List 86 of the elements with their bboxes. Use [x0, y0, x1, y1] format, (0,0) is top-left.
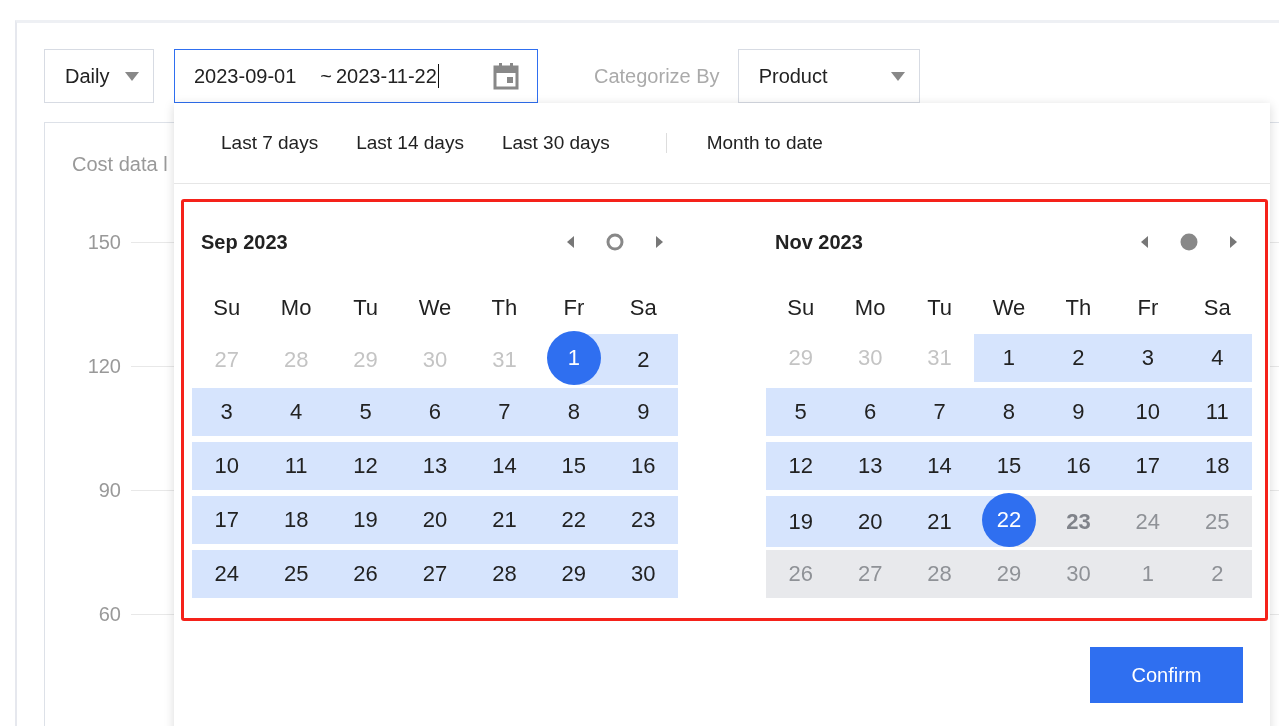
weekday-label: Fr [1136, 295, 1160, 321]
shortcut-link[interactable]: Month to date [706, 132, 823, 154]
calendar-icon [493, 62, 519, 90]
day-cell[interactable]: 4 [261, 388, 331, 436]
day-cell[interactable]: 5 [766, 388, 836, 436]
day-cell[interactable]: 19 [766, 496, 836, 547]
day-cell[interactable]: 7 [469, 388, 540, 436]
weekday-label: Mo [279, 295, 313, 321]
weekday-label: Th [490, 295, 519, 321]
confirm-button[interactable]: Confirm [1090, 647, 1243, 703]
weekday-label: Sa [628, 295, 658, 321]
weekday-label: Fr [562, 295, 586, 321]
day-cell[interactable]: 15 [974, 442, 1044, 490]
day-cell[interactable]: 13 [400, 442, 470, 490]
day-cell[interactable]: 20 [400, 496, 470, 544]
day-cell[interactable]: 29 [539, 550, 609, 598]
day-cell[interactable]: 5 [330, 388, 401, 436]
weekday-label: We [991, 295, 1027, 321]
day-cell[interactable]: 22 [539, 496, 609, 544]
weekday-label: Sa [1202, 295, 1232, 321]
axis-label: 90 [97, 479, 121, 502]
day-cell[interactable]: 16 [608, 442, 678, 490]
axis-label: 150 [86, 231, 121, 254]
weekday-label: Tu [352, 295, 379, 321]
day-cell[interactable]: 19 [330, 496, 401, 544]
day-cell[interactable]: 18 [261, 496, 331, 544]
shortcut-link[interactable]: Last 7 days [221, 132, 319, 154]
day-cell[interactable]: 18 [1182, 442, 1252, 490]
day-cell[interactable]: 16 [1043, 442, 1114, 490]
day-cell[interactable]: 2 [1043, 334, 1114, 382]
day-cell[interactable]: 8 [974, 388, 1044, 436]
day-cell[interactable]: 3 [1113, 334, 1183, 382]
day-cell[interactable]: 21 [904, 496, 975, 547]
day-cell[interactable]: 9 [608, 388, 678, 436]
weekday-label: Su [212, 295, 242, 321]
caret-icon [125, 71, 139, 81]
month-title: Sep 2023 [201, 230, 288, 254]
day-cell[interactable]: 4 [1182, 334, 1252, 382]
day-cell[interactable]: 25 [261, 550, 331, 598]
categorize-select[interactable]: Product [737, 49, 920, 103]
day-cell[interactable]: 9 [1043, 388, 1114, 436]
axis-label: 120 [86, 355, 121, 378]
day-cell[interactable]: 1 [974, 334, 1044, 382]
day-cell[interactable]: 8 [539, 388, 609, 436]
day-cell[interactable]: 21 [469, 496, 540, 544]
caret-icon [890, 71, 905, 81]
day-cell[interactable]: 17 [1113, 442, 1183, 490]
day-cell[interactable]: 11 [261, 442, 331, 490]
shortcut-link[interactable]: Last 30 days [501, 132, 610, 154]
day-cell[interactable]: 6 [400, 388, 470, 436]
day-cell[interactable]: 10 [192, 442, 262, 490]
current-month-icon[interactable] [606, 233, 624, 251]
day-cell[interactable]: 30 [608, 550, 678, 598]
day-cell[interactable]: 23 [608, 496, 678, 544]
day-cell[interactable]: 14 [469, 442, 540, 490]
day-cell[interactable]: 7 [904, 388, 975, 436]
date-range-field[interactable]: 2023-09-01 ~ 2023-11-22 [174, 49, 538, 103]
granularity-select[interactable]: Daily [44, 49, 154, 103]
weekday-label: Th [1064, 295, 1093, 321]
day-cell[interactable]: 2 [608, 334, 678, 385]
shortcut-link[interactable]: Last 14 days [356, 132, 464, 154]
day-cell[interactable]: 26 [330, 550, 401, 598]
day-cell[interactable]: 17 [192, 496, 262, 544]
weekday-label: We [417, 295, 453, 321]
day-cell[interactable]: 6 [835, 388, 905, 436]
day-cell[interactable]: 12 [766, 442, 836, 490]
axis-label: 60 [97, 603, 121, 626]
day-cell[interactable]: 11 [1182, 388, 1252, 436]
current-month-icon[interactable] [1180, 233, 1198, 251]
categorize-label: Categorize By [594, 64, 720, 88]
day-cell[interactable]: 22 [974, 496, 1044, 547]
weekday-label: Mo [853, 295, 887, 321]
day-cell[interactable]: 15 [539, 442, 609, 490]
day-cell[interactable]: 10 [1113, 388, 1183, 436]
day-cell[interactable]: 28 [469, 550, 540, 598]
weekday-label: Su [786, 295, 816, 321]
day-cell[interactable]: 27 [400, 550, 470, 598]
day-cell[interactable]: 24 [192, 550, 262, 598]
day-cell[interactable]: 13 [835, 442, 905, 490]
month-title: Nov 2023 [775, 230, 863, 254]
card-title: Cost data l [72, 153, 169, 176]
day-cell[interactable]: 12 [330, 442, 401, 490]
day-cell[interactable]: 20 [835, 496, 905, 547]
day-cell[interactable]: 14 [904, 442, 975, 490]
weekday-label: Tu [926, 295, 953, 321]
day-cell[interactable]: 3 [192, 388, 262, 436]
